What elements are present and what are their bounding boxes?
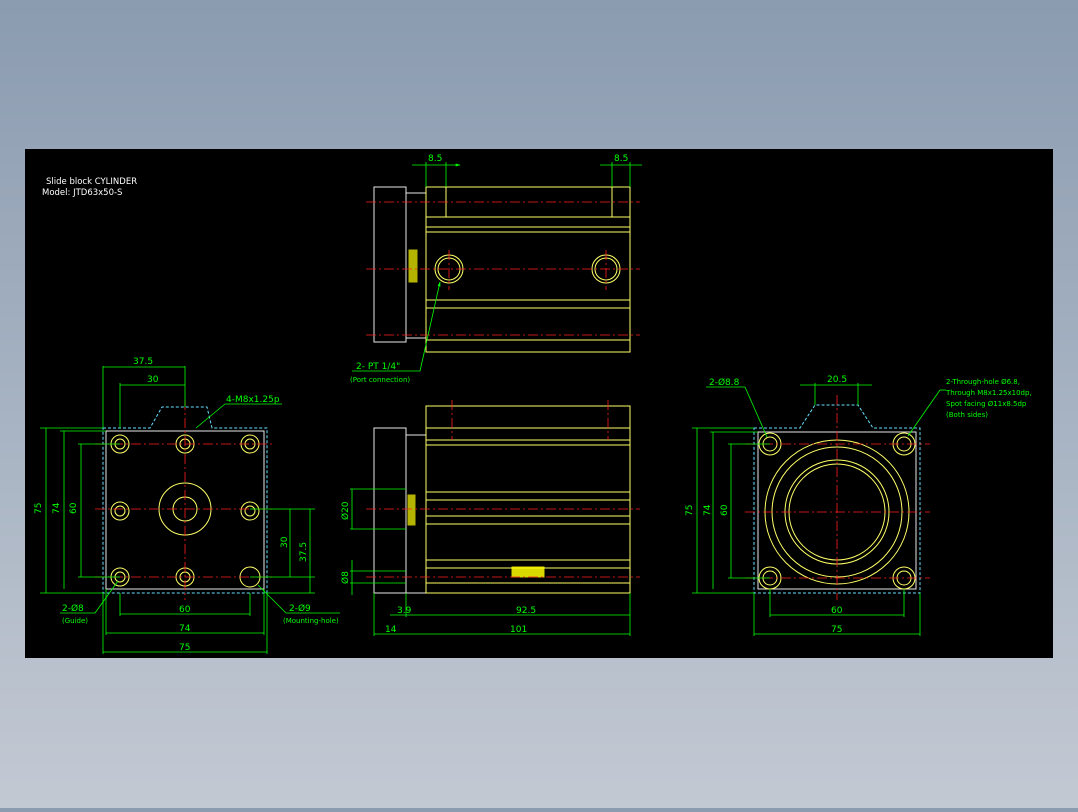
hole-label: 2-Ø8.8 <box>709 377 740 388</box>
dim-37-5-top: 37.5 <box>133 357 153 367</box>
dim-30-top: 30 <box>147 375 159 385</box>
drawing-title: Slide block CYLINDER <box>46 177 137 187</box>
dim-60-left: 60 <box>69 502 79 514</box>
mount-note: (Mounting-hole) <box>283 617 339 625</box>
dim-20-5: 20.5 <box>827 375 847 385</box>
port-note: (Port connection) <box>350 376 410 384</box>
dim-60-bottom-right: 60 <box>831 606 843 616</box>
port-label: 2- PT 1/4" <box>356 362 400 372</box>
dim-74-left: 74 <box>52 502 62 514</box>
dim-14: 14 <box>385 625 397 635</box>
dim-60-bottom: 60 <box>179 605 191 615</box>
dim-3-9: 3.9 <box>397 606 412 616</box>
thread-label: 4-M8x1.25p <box>226 395 280 405</box>
mount-label: 2-Ø9 <box>289 603 311 614</box>
dim-30-right: 30 <box>280 536 290 548</box>
guide-label: 2-Ø8 <box>62 603 84 614</box>
dim-74-bottom: 74 <box>179 624 191 634</box>
through-hole-note-3: Spot facing Ø11x8.5dp <box>946 400 1027 408</box>
drawing-model: Model: JTD63x50-S <box>42 188 122 198</box>
dim-top-left: 8.5 <box>428 154 442 164</box>
through-hole-note-1: 2-Through-hole Ø6.8, <box>946 378 1020 386</box>
dim-74-right-view: 74 <box>703 504 713 516</box>
dim-101: 101 <box>510 625 527 635</box>
dim-75-left: 75 <box>34 503 44 514</box>
dim-60-right-view: 60 <box>720 504 730 516</box>
drawing-canvas[interactable]: Slide block CYLINDER Model: JTD63x50-S 8… <box>0 0 1078 808</box>
guide-note: (Guide) <box>62 617 88 625</box>
dim-75-bottom: 75 <box>179 643 190 653</box>
cad-viewport[interactable]: Slide block CYLINDER Model: JTD63x50-S 8… <box>0 0 1078 808</box>
dim-top-right: 8.5 <box>614 154 628 164</box>
dim-75-right-view: 75 <box>685 505 695 516</box>
dim-75-bottom-right: 75 <box>831 625 842 635</box>
dim-d8: Ø8 <box>340 571 351 584</box>
dim-92-5: 92.5 <box>516 606 536 616</box>
through-hole-note-2: Through M8x1.25x10dp, <box>945 389 1032 397</box>
dim-37-5-right: 37.5 <box>299 542 309 562</box>
drawing-sheet <box>25 149 1053 658</box>
dim-d20: Ø20 <box>340 501 351 520</box>
through-hole-note-4: (Both sides) <box>946 411 988 419</box>
